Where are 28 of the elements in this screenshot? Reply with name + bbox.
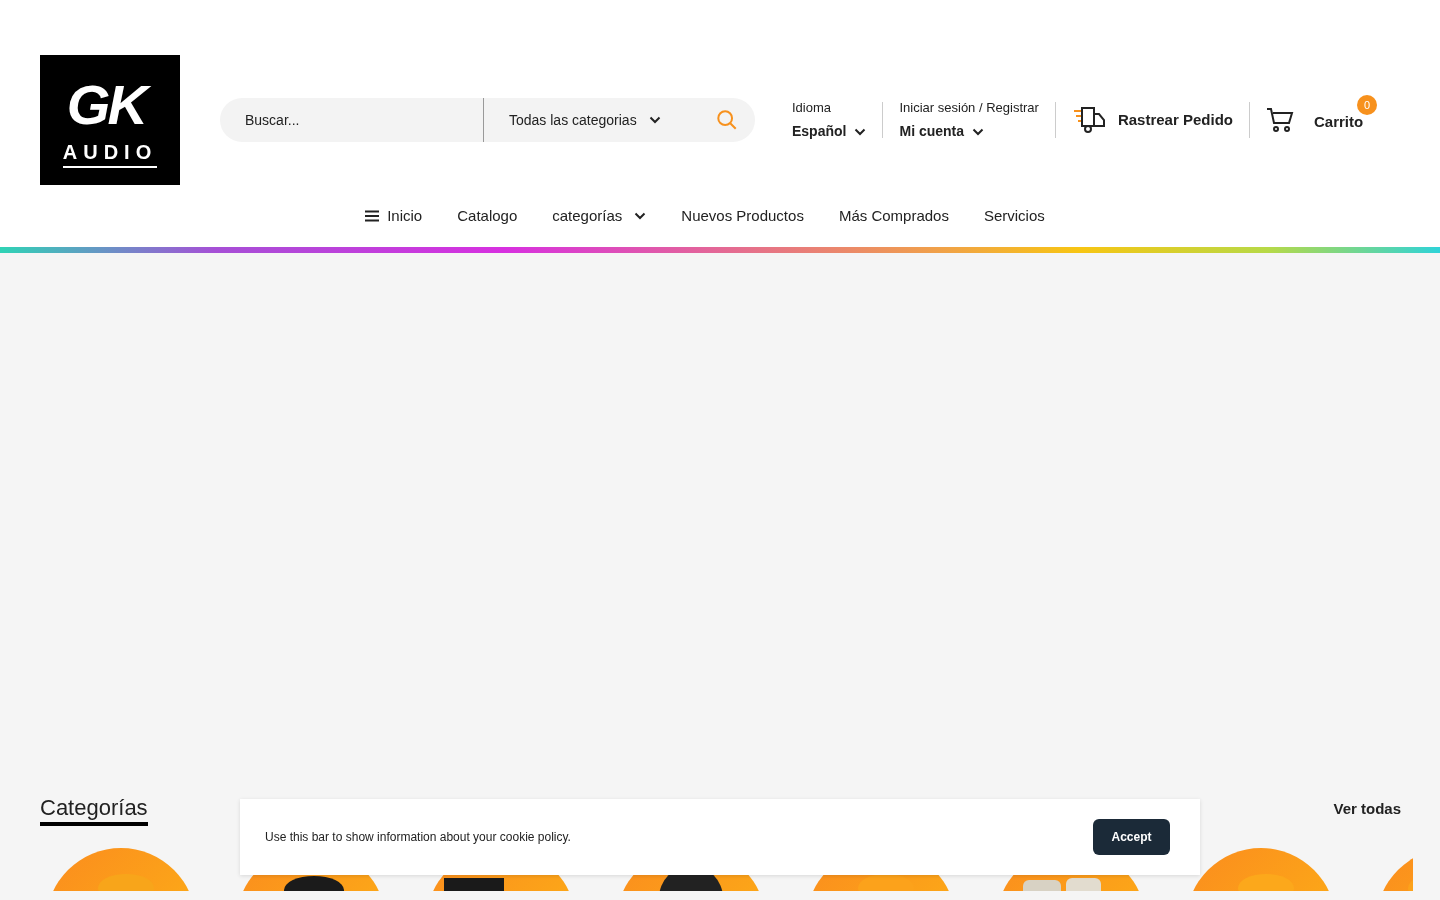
cart-icon[interactable] (1265, 107, 1294, 133)
search-field[interactable]: Buscar... Todas las categorias (220, 98, 755, 142)
nav-link[interactable]: Más Comprados (838, 204, 949, 228)
nav-link[interactable]: Nuevos Productos (681, 204, 804, 228)
logo-subtitle: AUDIO (62, 142, 158, 168)
logo[interactable]: GK AUDIO (40, 55, 180, 185)
track-order-link[interactable]: Rastrear Pedido (1117, 108, 1233, 132)
cart-count-badge: 0 (1357, 94, 1378, 115)
language-dropdown[interactable]: Español (792, 121, 867, 143)
account-dropdown[interactable]: Mi cuenta (899, 121, 1039, 143)
menu-icon (365, 210, 380, 222)
cookie-text: Use this bar to show information about your cookie policy. (265, 829, 571, 846)
nav-link[interactable]: Catalogo (457, 204, 518, 228)
login-link[interactable]: Iniciar sesión / Registrar (899, 97, 1039, 118)
accept-button[interactable]: Accept (1093, 819, 1170, 855)
language-label: Idioma (792, 98, 833, 117)
truck-icon[interactable] (1071, 105, 1106, 135)
view-all-link[interactable]: Ver todas (1333, 798, 1401, 821)
chevron-down-icon (854, 127, 867, 136)
nav-menu-item[interactable]: Inicio (365, 204, 423, 228)
chevron-down-icon (648, 116, 661, 124)
nav-dropdown[interactable]: categorías (552, 204, 647, 228)
chevron-down-icon (972, 127, 985, 136)
category-dropdown[interactable]: Todas las categorias (484, 98, 661, 142)
logo-text: GK (66, 72, 154, 138)
nav-link[interactable]: Servicios (983, 204, 1045, 228)
chevron-down-icon (634, 212, 647, 220)
section-heading: Categorías (40, 794, 148, 826)
